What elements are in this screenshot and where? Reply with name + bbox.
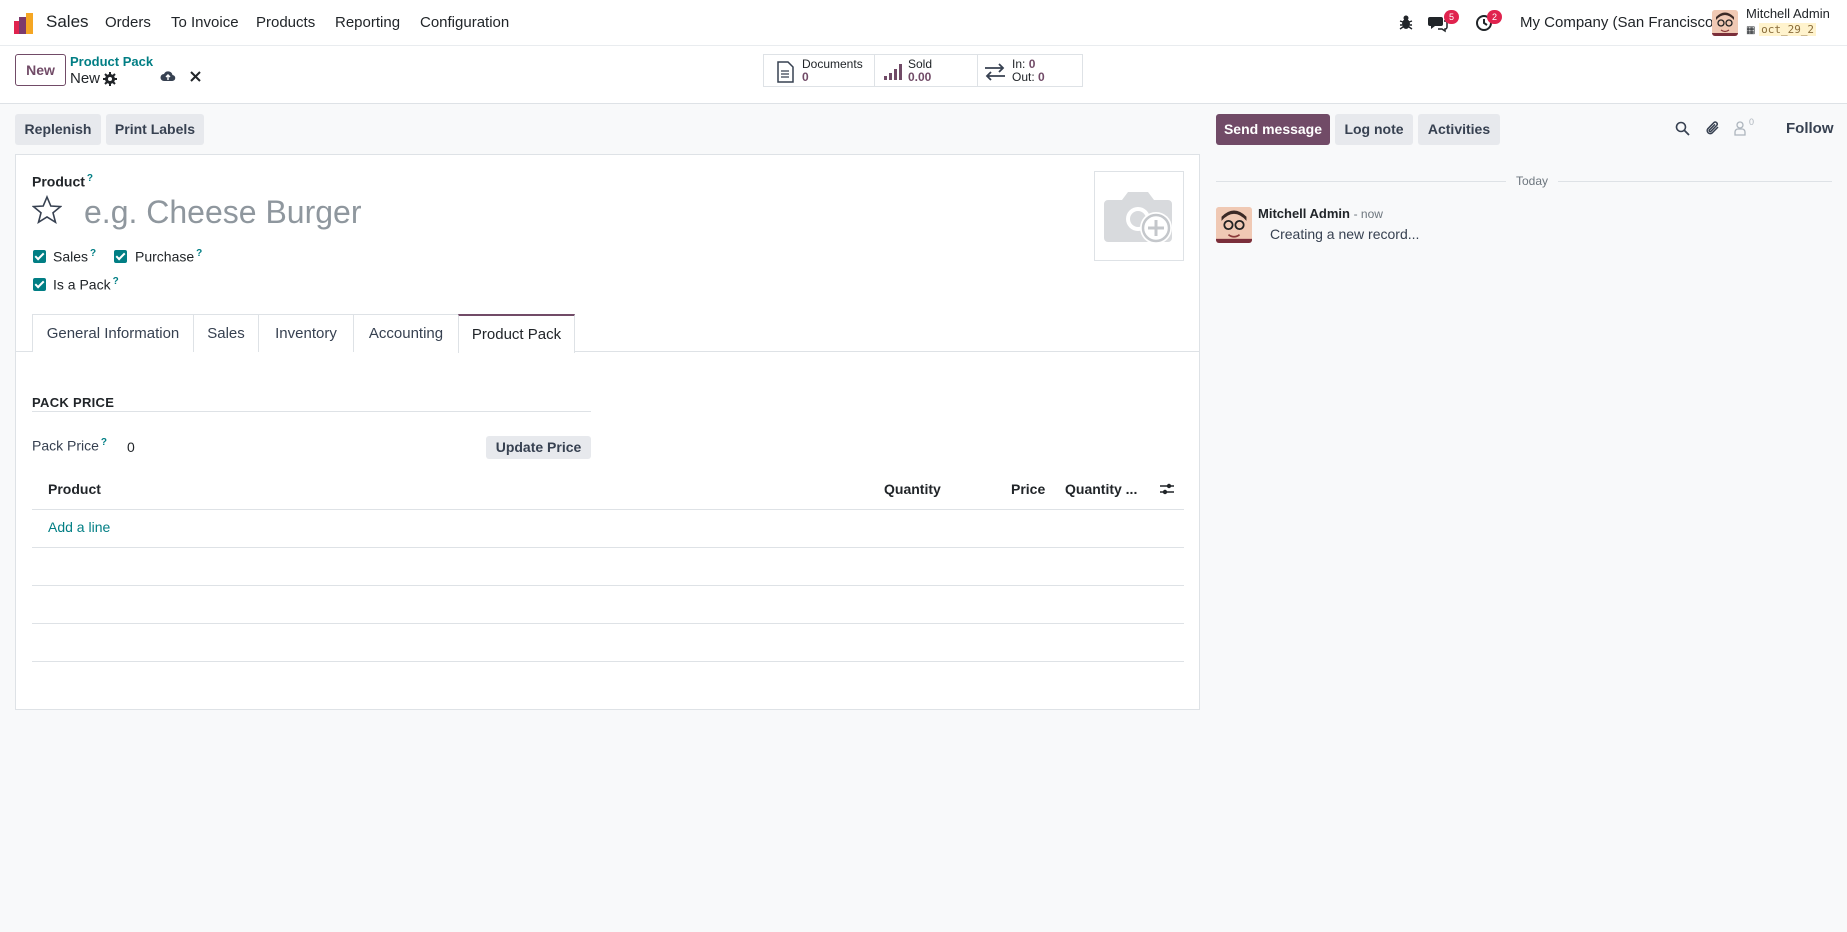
control-panel: New Product Pack New Documents 0 Sold 0.… — [0, 46, 1847, 104]
message-author-avatar-image — [1216, 207, 1252, 243]
message-body: Creating a new record... — [1270, 226, 1420, 242]
sales-checkbox-text: Sales — [53, 248, 89, 265]
documents-label: Documents — [802, 57, 863, 71]
camera-add-icon — [1104, 192, 1172, 244]
breadcrumb-parent[interactable]: Product Pack — [70, 54, 153, 69]
tab-accounting[interactable]: Accounting — [353, 314, 459, 352]
bug-icon[interactable] — [1398, 13, 1414, 33]
new-button[interactable]: New — [15, 54, 66, 86]
user-avatar[interactable] — [1712, 10, 1738, 36]
followers-count: 0 — [1749, 117, 1755, 127]
table-row-divider — [32, 547, 1184, 548]
menu-products[interactable]: Products — [256, 14, 315, 31]
menu-reporting[interactable]: Reporting — [335, 14, 400, 31]
document-icon — [777, 61, 794, 83]
app-logo-icon[interactable] — [14, 12, 36, 34]
user-name: Mitchell Admin — [1746, 6, 1830, 21]
is-pack-checkbox-text: Is a Pack — [53, 276, 111, 293]
product-name-label-text: Product — [32, 173, 85, 190]
cloud-upload-icon[interactable] — [160, 69, 176, 83]
top-navbar: Sales Orders To Invoice Products Reporti… — [0, 0, 1847, 46]
activities-button[interactable]: Activities — [1418, 114, 1500, 145]
message-time: - now — [1353, 207, 1383, 221]
help-mark[interactable]: ? — [113, 276, 119, 287]
product-name-input[interactable]: e.g. Cheese Burger — [84, 194, 362, 231]
help-mark[interactable]: ? — [196, 248, 202, 259]
pack-price-label: Pack Price? — [32, 437, 107, 454]
activities-badge: 2 — [1487, 10, 1502, 24]
tab-general-information[interactable]: General Information — [32, 314, 194, 352]
search-icon[interactable] — [1675, 121, 1690, 136]
paperclip-icon[interactable] — [1705, 120, 1721, 137]
sales-checkbox[interactable] — [33, 250, 46, 263]
follower-lock-icon[interactable] — [1734, 121, 1746, 136]
column-quantity[interactable]: Quantity — [884, 481, 941, 497]
purchase-checkbox-text: Purchase — [135, 248, 195, 265]
log-note-button[interactable]: Log note — [1335, 114, 1413, 145]
database-name: oct_29_2 — [1759, 23, 1817, 36]
in-out-stat-button[interactable]: In: 0 Out: 0 — [977, 54, 1083, 87]
documents-value: 0 — [802, 70, 809, 84]
table-row-divider — [32, 585, 1184, 586]
signal-chart-icon — [884, 64, 902, 80]
follow-button[interactable]: Follow — [1786, 120, 1834, 137]
tab-inventory[interactable]: Inventory — [258, 314, 354, 352]
help-mark[interactable]: ? — [101, 437, 107, 448]
date-separator: Today — [1506, 174, 1559, 188]
app-name[interactable]: Sales — [46, 12, 89, 32]
user-avatar-image — [1712, 10, 1738, 36]
menu-to-invoice[interactable]: To Invoice — [171, 14, 239, 31]
gear-icon[interactable] — [103, 72, 117, 86]
product-name-label: Product? — [32, 173, 93, 190]
tab-product-pack[interactable]: Product Pack — [458, 314, 575, 353]
message-author[interactable]: Mitchell Admin - now — [1258, 206, 1383, 221]
in-label: In: — [1012, 57, 1026, 71]
print-labels-button[interactable]: Print Labels — [106, 114, 204, 145]
section-title: PACK PRICE — [32, 395, 115, 410]
help-mark[interactable]: ? — [90, 248, 96, 259]
update-price-button[interactable]: Update Price — [486, 436, 591, 459]
star-icon[interactable] — [32, 195, 62, 225]
out-label: Out: — [1012, 70, 1035, 84]
form-sheet: Product? e.g. Cheese Burger Sales? Purch… — [15, 154, 1200, 710]
company-switcher[interactable]: My Company (San Francisco) — [1520, 14, 1718, 31]
column-quantity-other[interactable]: Quantity ... — [1065, 481, 1137, 497]
column-product[interactable]: Product — [48, 481, 101, 497]
purchase-checkbox[interactable] — [114, 250, 127, 263]
table-row-divider — [32, 661, 1184, 662]
is-pack-checkbox-label: Is a Pack? — [53, 276, 119, 293]
user-menu[interactable]: Mitchell Admin ▦ oct_29_2 — [1746, 6, 1830, 38]
help-mark[interactable]: ? — [87, 173, 93, 184]
database-icon: ▦ — [1746, 25, 1756, 36]
is-pack-checkbox[interactable] — [33, 278, 46, 291]
out-value: 0 — [1038, 70, 1045, 84]
menu-orders[interactable]: Orders — [105, 14, 151, 31]
table-header-divider — [32, 509, 1184, 510]
replenish-button[interactable]: Replenish — [15, 114, 101, 145]
transfer-arrows-icon — [985, 63, 1005, 81]
tab-sales[interactable]: Sales — [193, 314, 259, 352]
table-row-divider — [32, 623, 1184, 624]
sold-value: 0.00 — [908, 70, 932, 84]
messages-badge: 5 — [1444, 10, 1459, 24]
product-image-upload[interactable] — [1094, 171, 1184, 261]
close-icon[interactable] — [190, 71, 201, 82]
purchase-checkbox-label: Purchase? — [135, 248, 202, 265]
message-author-name: Mitchell Admin — [1258, 206, 1350, 221]
section-divider — [32, 411, 591, 412]
column-settings-icon[interactable] — [1159, 481, 1175, 497]
documents-stat-button[interactable]: Documents 0 — [763, 54, 875, 87]
pack-price-label-text: Pack Price — [32, 437, 99, 454]
breadcrumb-current: New — [70, 70, 101, 87]
pack-price-value[interactable]: 0 — [127, 439, 135, 455]
sales-checkbox-label: Sales? — [53, 248, 96, 265]
send-message-button[interactable]: Send message — [1216, 114, 1330, 145]
column-price[interactable]: Price — [1011, 481, 1045, 497]
in-value: 0 — [1028, 57, 1036, 71]
add-line-link[interactable]: Add a line — [48, 519, 110, 535]
menu-configuration[interactable]: Configuration — [420, 14, 509, 31]
sold-stat-button[interactable]: Sold 0.00 — [874, 54, 978, 87]
message-author-avatar[interactable] — [1216, 207, 1252, 243]
